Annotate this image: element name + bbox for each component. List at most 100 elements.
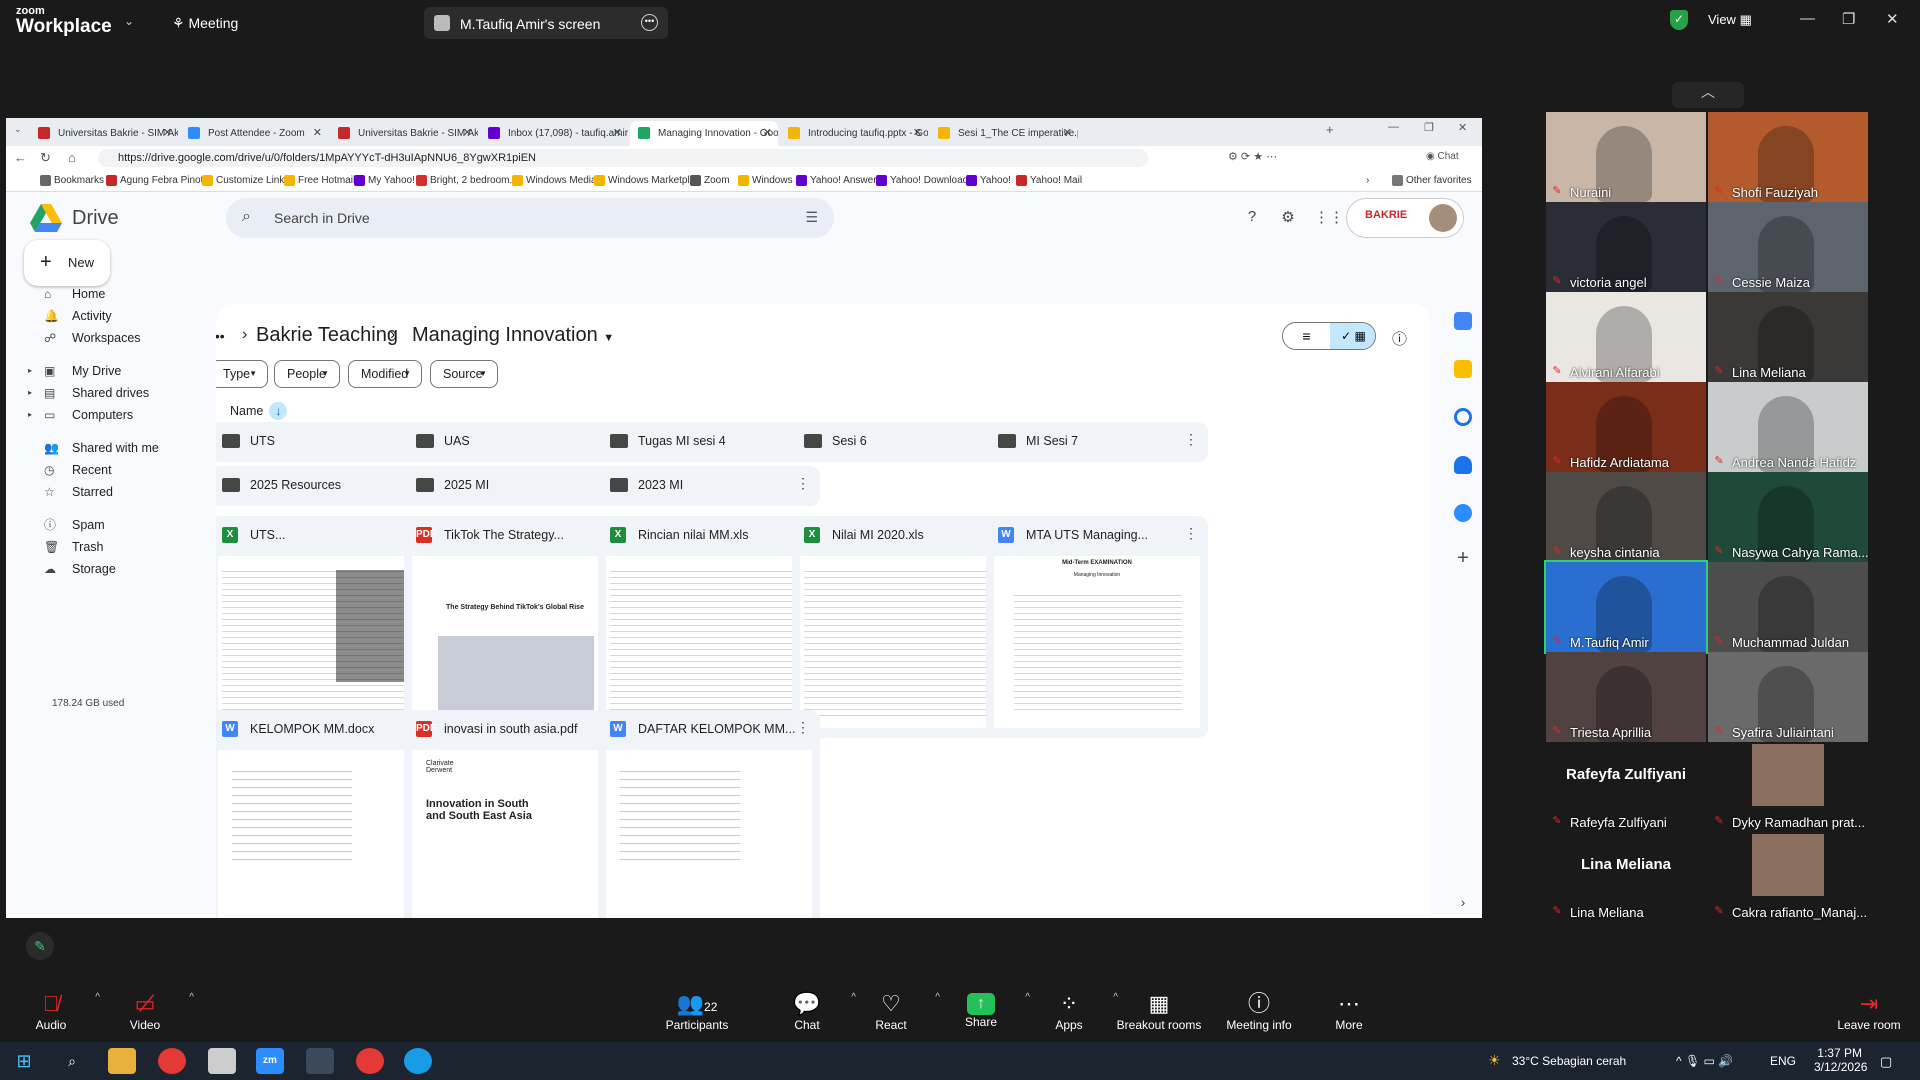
zoom-app-icon[interactable]: zm [256, 1048, 284, 1074]
notification-icon[interactable]: ▢ [1880, 1054, 1892, 1070]
browser-tab[interactable]: Post Attendee - Zoom ✕ [180, 121, 328, 146]
folder-item[interactable]: 2023 MI ⋮ [598, 466, 820, 506]
more-button[interactable]: ⋯ More [1304, 990, 1394, 1032]
new-tab-icon[interactable]: + [1326, 122, 1334, 137]
participant-tile[interactable]: ✎ keysha cintania [1546, 472, 1706, 562]
restore-icon[interactable]: ❐ [1424, 121, 1434, 134]
chevron-up-icon[interactable]: ^ [189, 992, 194, 1003]
refresh-icon[interactable]: ↻ [40, 150, 51, 166]
bookmark-item[interactable]: My Yahoo! [354, 175, 415, 186]
meeting-info-button[interactable]: ⓘ Meeting info [1214, 990, 1304, 1032]
folder-item[interactable]: 2025 Resources⋮ [216, 466, 432, 506]
participant-tile[interactable]: ✎ Syafira Juliaintani [1708, 652, 1868, 742]
file-card[interactable]: X Rincian nilai MM.xls ⋮ [598, 516, 820, 738]
weather-icon[interactable]: ☀ [1488, 1052, 1501, 1069]
nav-item-activity[interactable]: 🔔 Activity [28, 306, 112, 326]
close-icon[interactable]: ✕ [763, 126, 772, 139]
audio-button[interactable]: 🎙̸ Audio ^ [6, 990, 100, 1032]
bookmark-item[interactable]: Yahoo! [966, 175, 1011, 186]
page-title[interactable]: Managing Innovation ▼ [412, 324, 614, 347]
add-addon-icon[interactable]: + [1454, 548, 1472, 568]
caret-right-icon[interactable]: ▸ [28, 361, 32, 381]
participant-tile[interactable]: ✎ Nasywa Cahya Rama... [1708, 472, 1868, 562]
bookmark-item[interactable]: Agung Febra Pinot... [106, 175, 212, 186]
nav-item-my-drive[interactable]: ▸ ▣ My Drive [28, 361, 121, 381]
extensions-icon[interactable]: ⚙ ⟳ ★ ⋯ [1228, 150, 1277, 163]
participant-tile[interactable]: ✎ Nuraini [1546, 112, 1706, 202]
participant-tile[interactable]: ✎ M.Taufiq Amir [1544, 560, 1708, 654]
file-card[interactable]: XUTS...⋮ [216, 516, 432, 738]
nav-item-shared-drives[interactable]: ▸ ▤ Shared drives [28, 383, 149, 403]
leave-room-button[interactable]: ⇥ Leave room [1824, 990, 1914, 1032]
chrome-icon[interactable] [158, 1048, 186, 1074]
gallery-scroll-up[interactable]: ︿ [1672, 82, 1744, 108]
nav-item-recent[interactable]: ◷ Recent [28, 460, 112, 480]
minimize-icon[interactable]: — [1388, 121, 1399, 133]
browser-tab[interactable]: Universitas Bakrie - SIM Akademik✕ [30, 121, 178, 146]
info-icon[interactable]: ⓘ [1392, 328, 1407, 349]
edge-icon[interactable] [404, 1048, 432, 1074]
folder-item[interactable]: UAS⋮ [404, 422, 626, 462]
close-icon[interactable]: ✕ [1458, 121, 1467, 134]
clock[interactable]: 1:37 PM 3/12/2026 [1814, 1046, 1867, 1074]
zoom-addon-icon[interactable] [1454, 504, 1472, 522]
settings-icon[interactable]: ⚙ [1278, 208, 1298, 228]
video-button[interactable]: ▭̸ Video ^ [100, 990, 194, 1032]
list-view-icon[interactable]: ≡ [1283, 323, 1330, 349]
close-icon[interactable]: ✕ [313, 126, 322, 139]
windows-start-icon[interactable]: ⊞ [10, 1048, 38, 1074]
breadcrumb-parent[interactable]: Bakrie Teaching [256, 324, 398, 347]
participant-tile[interactable]: ✎ Dyky Ramadhan prat... [1708, 742, 1868, 832]
file-card[interactable]: PDFinovasi in south asia.pdf⋮Clarivate D… [404, 710, 626, 918]
participant-tile[interactable]: ✎ Cessie Maiza [1708, 202, 1868, 292]
chevron-right-icon[interactable]: › [1352, 175, 1369, 186]
search-icon[interactable]: ⌕ [58, 1048, 86, 1074]
participant-tile[interactable]: ✎ Cakra rafianto_Manaj... [1708, 832, 1868, 922]
more-vert-icon[interactable]: ⋮ [796, 720, 810, 734]
file-card[interactable]: W MTA UTS Managing... ⋮ Mid-Term EXAMINATIO… [986, 516, 1208, 738]
browser-tab[interactable]: Universitas Bakrie - SIM Akademik✕ [330, 121, 478, 146]
more-vert-icon[interactable]: ⋮ [1184, 432, 1198, 446]
nav-item-computers[interactable]: ▸ ▭ Computers [28, 405, 133, 425]
other-favorites[interactable]: Other favorites [1392, 175, 1472, 186]
shield-check-icon[interactable]: ✓ [1670, 10, 1688, 30]
bookmark-item[interactable]: Windows Media [512, 175, 597, 186]
new-button[interactable]: + New [24, 240, 110, 286]
help-icon[interactable]: ? [1242, 208, 1262, 228]
system-tray-icons[interactable]: ^ 🎙 ▭ 🔊 [1676, 1054, 1733, 1068]
grid-view-icon[interactable]: ✓ ▦ [1330, 323, 1375, 349]
url-field[interactable]: https://drive.google.com/drive/u/0/folde… [98, 149, 1148, 167]
bookmark-item[interactable]: Yahoo! Downloads [876, 175, 973, 186]
chrome-icon[interactable] [356, 1048, 384, 1074]
bookmark-item[interactable]: Windows [738, 175, 793, 186]
participant-tile[interactable]: ✎ victoria angel [1546, 202, 1706, 292]
folder-item[interactable]: UTS⋮ [216, 422, 432, 462]
nav-item-spam[interactable]: ⓘ Spam [28, 515, 105, 535]
participant-tile[interactable]: ✎ Shofi Fauziyah [1708, 112, 1868, 202]
more-vert-icon[interactable]: ⋮ [1184, 526, 1198, 540]
sort-by-name[interactable]: Name ↓ [230, 402, 288, 420]
bookmark-item[interactable]: Yahoo! Mail [1016, 175, 1082, 186]
nav-item-storage[interactable]: ☁ Storage [28, 559, 116, 579]
apps-button[interactable]: ⁘ Apps ^ [1024, 990, 1118, 1032]
participants-button[interactable]: 👥22 Participants [652, 990, 742, 1032]
back-icon[interactable]: ← [14, 150, 27, 165]
annotate-icon[interactable]: ✎ [26, 932, 54, 960]
close-icon[interactable]: ✕ [613, 126, 622, 139]
home-icon[interactable]: ⌂ [68, 150, 76, 165]
drive-search-input[interactable]: ⌕ Search in Drive ☰ [226, 198, 834, 238]
minimize-icon[interactable]: — [1800, 10, 1815, 27]
folder-item[interactable]: Sesi 6⋮ [792, 422, 1014, 462]
bookmark-item[interactable]: Bright, 2 bedroom... [416, 175, 518, 186]
close-icon[interactable]: ✕ [1063, 126, 1072, 139]
screen-share-tab[interactable]: M.Taufiq Amir's screen ••• [424, 7, 668, 39]
filter-chip[interactable]: Modified ▼ [348, 360, 422, 388]
participant-tile[interactable]: Rafeyfa Zulfiyani ✎ Rafeyfa Zulfiyani [1546, 742, 1706, 832]
filter-chip[interactable]: Source ▼ [430, 360, 498, 388]
participant-tile[interactable]: ✎ Muchammad Juldan [1708, 562, 1868, 652]
bookmark-item[interactable]: Yahoo! Answers [796, 175, 882, 186]
participant-tile[interactable]: ✎ Andrea Nanda Hafidz [1708, 382, 1868, 472]
react-button[interactable]: ♡ React ^ [846, 990, 940, 1032]
bookmark-item[interactable]: Windows Marketpl... [594, 175, 698, 186]
apps-grid-icon[interactable]: ⋮⋮ [1314, 208, 1344, 228]
